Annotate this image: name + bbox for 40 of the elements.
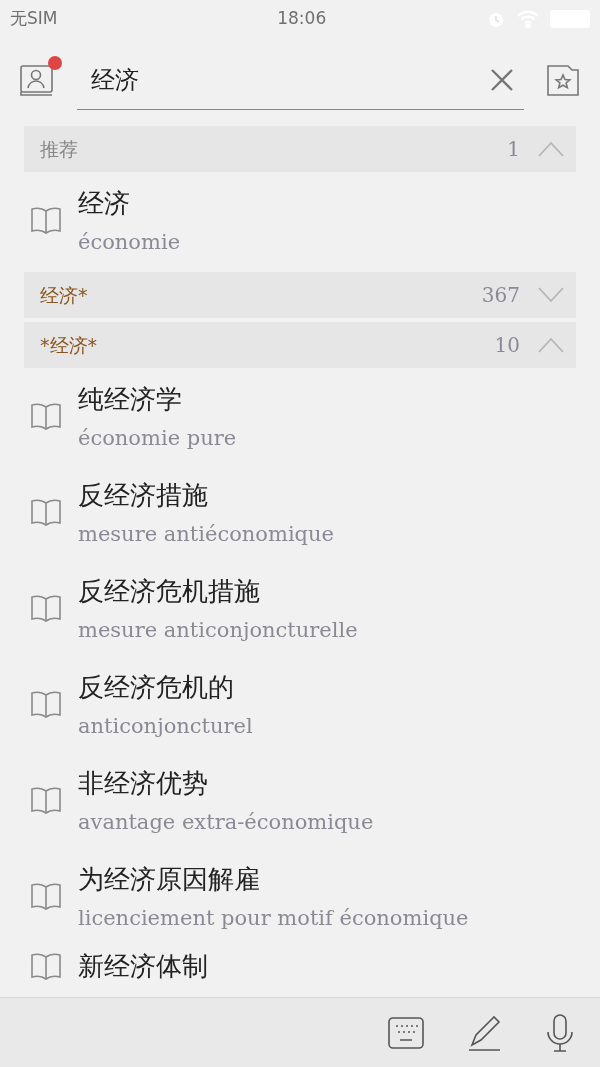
search-field[interactable]: 经济 <box>77 50 524 110</box>
book-icon <box>30 690 62 718</box>
section-title: *经济* <box>40 332 98 358</box>
headword[interactable]: 反经济措施 <box>78 475 334 515</box>
headword[interactable]: 纯经济学 <box>78 379 237 419</box>
section-header[interactable]: 经济* 367 <box>24 272 576 318</box>
clock: 18:06 <box>277 7 327 31</box>
result-count: 367 <box>481 282 520 309</box>
translation: avantage extra-économique <box>78 809 374 836</box>
translation: économie <box>78 229 181 256</box>
book-icon <box>30 882 62 910</box>
headword[interactable]: 新经济体制 <box>78 946 208 986</box>
close-icon[interactable] <box>490 67 514 92</box>
headword[interactable]: 为经济原因解雇 <box>78 859 469 899</box>
section-title: 经济* <box>40 282 89 308</box>
translation: mesure antiéconomique <box>78 521 334 548</box>
result-count: 10 <box>494 332 520 359</box>
headword[interactable]: 反经济危机措施 <box>78 571 358 611</box>
book-icon <box>30 498 62 526</box>
headword[interactable]: 经济 <box>78 183 181 223</box>
headword[interactable]: 非经济优势 <box>78 763 374 803</box>
book-icon <box>30 786 62 814</box>
contact-book-icon[interactable] <box>20 62 54 98</box>
translation: économie pure <box>78 425 237 452</box>
microphone-icon[interactable] <box>546 1013 574 1052</box>
headword[interactable]: 反经济危机的 <box>78 667 253 707</box>
pencil-icon[interactable] <box>468 1014 502 1051</box>
book-icon <box>30 206 62 234</box>
translation: licenciement pour motif économique <box>78 905 469 932</box>
book-icon <box>30 402 62 430</box>
star-folder-icon[interactable] <box>546 63 580 97</box>
book-icon <box>30 594 62 622</box>
section-header[interactable]: *经济* 10 <box>24 322 576 368</box>
keyboard-icon[interactable] <box>388 1016 424 1049</box>
result-count: 1 <box>507 136 520 163</box>
section-title: 推荐 <box>40 136 79 162</box>
book-icon <box>30 952 62 980</box>
translation: mesure anticonjoncturelle <box>78 617 358 644</box>
translation: anticonjoncturel <box>78 713 253 740</box>
carrier-label: 无SIM <box>10 7 58 31</box>
